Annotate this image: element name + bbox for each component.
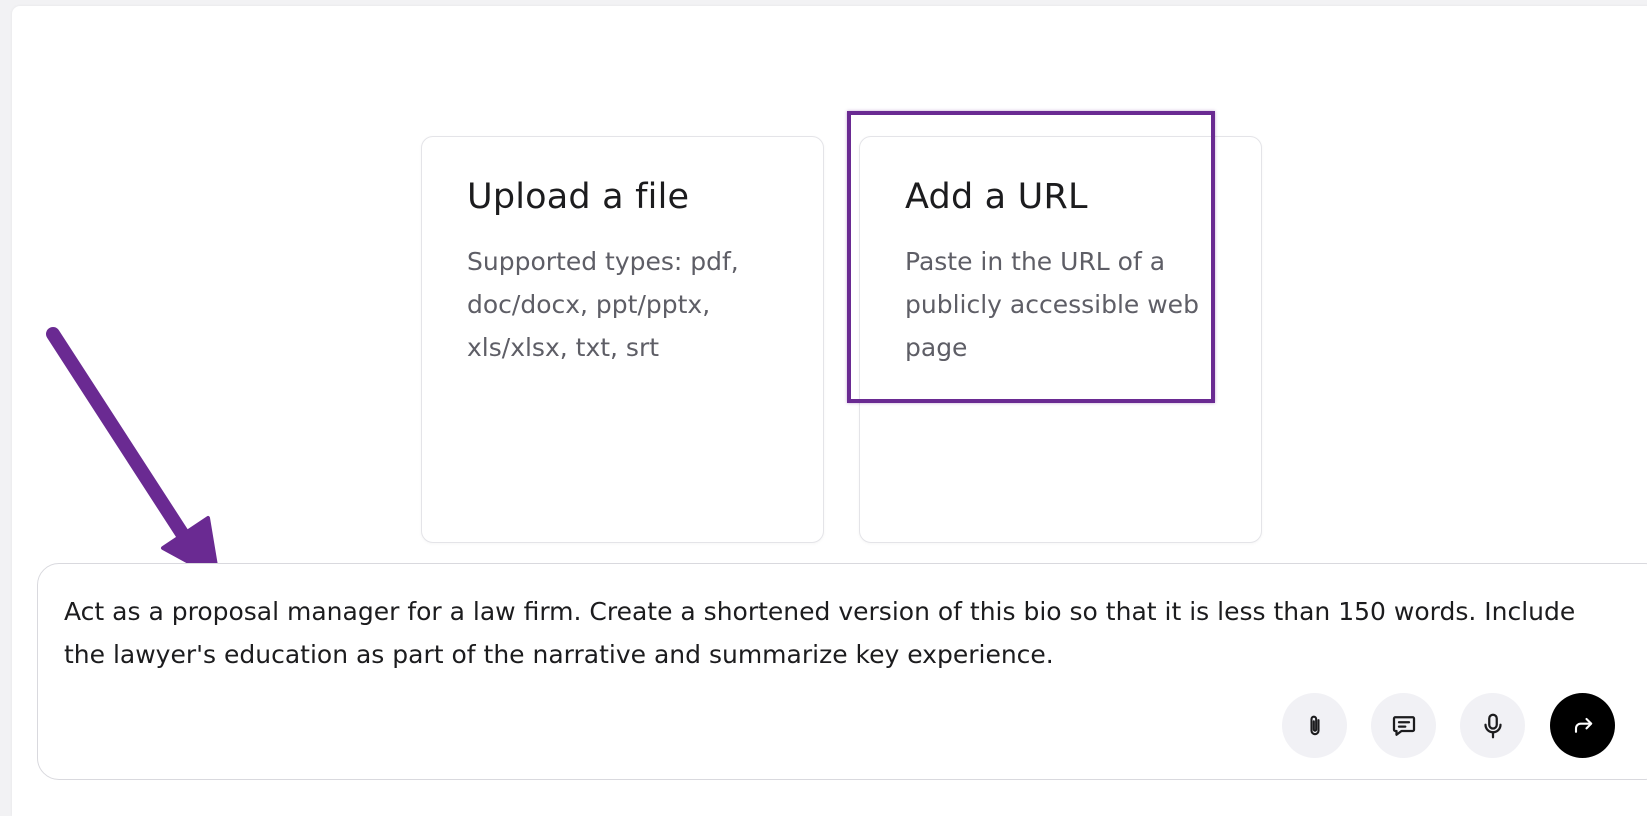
- add-url-title: Add a URL: [905, 177, 1088, 217]
- send-arrow-icon: [1574, 717, 1592, 733]
- send-button[interactable]: [1550, 693, 1615, 758]
- prompt-textarea[interactable]: Act as a proposal manager for a law firm…: [64, 590, 1604, 676]
- upload-file-card[interactable]: Upload a file Supported types: pdf, doc/…: [421, 136, 824, 543]
- attach-button[interactable]: [1282, 693, 1347, 758]
- microphone-icon: [1483, 713, 1502, 738]
- paperclip-icon: [1309, 715, 1320, 735]
- upload-file-title: Upload a file: [467, 177, 690, 217]
- prompt-input-box[interactable]: Act as a proposal manager for a law firm…: [37, 563, 1647, 780]
- chat-button[interactable]: [1371, 693, 1436, 758]
- upload-file-description: Supported types: pdf, doc/docx, ppt/pptx…: [467, 247, 739, 362]
- chat-bubble-icon: [1392, 715, 1415, 736]
- add-url-description: Paste in the URL of a publicly accessibl…: [905, 247, 1199, 362]
- microphone-button[interactable]: [1460, 693, 1525, 758]
- add-url-card[interactable]: Add a URL Paste in the URL of a publicly…: [859, 136, 1262, 543]
